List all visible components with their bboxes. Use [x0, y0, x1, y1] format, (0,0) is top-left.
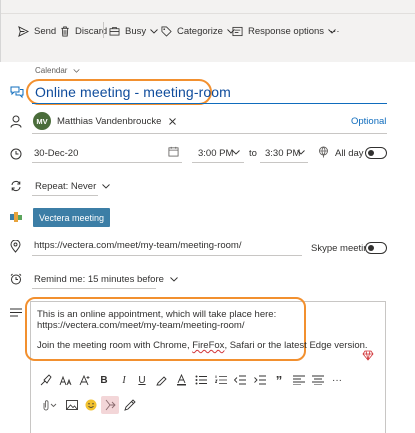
quote-button[interactable]: ”	[272, 373, 286, 388]
reminder-dropdown[interactable]: Remind me: 15 minutes before	[34, 274, 178, 285]
clock-icon	[10, 148, 22, 160]
alarm-clock-icon	[10, 273, 22, 285]
insert-toolbar	[31, 392, 385, 418]
calendar-selector-label: Calendar	[35, 66, 68, 75]
end-time-input[interactable]: 3:30 PM	[265, 148, 300, 159]
numbering-icon[interactable]	[214, 373, 228, 387]
vectera-logo-icon	[10, 212, 22, 222]
repeat-underline	[32, 195, 98, 196]
chevron-down-icon	[150, 28, 158, 34]
all-day-label: All day	[335, 148, 364, 159]
skype-meeting-toggle[interactable]	[365, 242, 387, 254]
misspelled-word: FireFox	[192, 340, 225, 351]
font-size-icon[interactable]	[58, 373, 72, 387]
font-color-icon[interactable]	[174, 373, 188, 387]
end-time-underline	[260, 162, 308, 163]
categorize-dropdown[interactable]: Categorize	[161, 22, 235, 40]
time-zone-globe-icon[interactable]	[318, 146, 329, 158]
underline-button[interactable]: U	[135, 373, 149, 387]
categorize-label: Categorize	[177, 25, 223, 37]
to-label: to	[249, 148, 257, 159]
start-date-underline	[32, 162, 182, 163]
toolbar-divider	[103, 22, 104, 38]
font-icon[interactable]	[77, 373, 91, 387]
reminder-underline	[32, 288, 156, 289]
vectera-meeting-button[interactable]: Vectera meeting	[33, 208, 110, 227]
attach-icon[interactable]	[39, 398, 59, 412]
busy-dropdown[interactable]: Busy	[109, 22, 158, 40]
chevron-down-icon[interactable]	[232, 150, 240, 155]
body-line-2: https://vectera.com/meet/my-team/meeting…	[37, 320, 245, 331]
bold-button[interactable]: B	[97, 373, 111, 387]
chat-icon	[10, 86, 24, 99]
insert-picture-icon[interactable]	[65, 398, 79, 412]
body-line-1: This is an online appointment, which wil…	[37, 309, 277, 320]
highlight-icon[interactable]	[155, 373, 169, 387]
title-underline	[32, 103, 387, 104]
start-time-underline	[192, 162, 244, 163]
optional-attendees-link[interactable]: Optional	[351, 116, 386, 127]
more-label: ···	[330, 25, 340, 37]
location-pin-icon	[10, 240, 21, 253]
increase-indent-icon[interactable]	[253, 373, 267, 387]
more-formatting-button[interactable]: ···	[330, 373, 344, 387]
toggle-knob	[368, 244, 374, 251]
person-icon	[10, 115, 22, 128]
attendee-chip[interactable]: MV Matthias Vandenbroucke	[33, 111, 177, 131]
remove-attendee-close-icon[interactable]	[169, 117, 177, 125]
reminder-label: Remind me: 15 minutes before	[34, 274, 164, 285]
send-button[interactable]: Send	[18, 22, 56, 40]
vectera-add-in-icon[interactable]	[101, 396, 119, 414]
discard-button[interactable]: Discard	[60, 22, 107, 40]
attendees-underline	[32, 133, 387, 134]
formatting-toolbar: B I U ” ···	[31, 369, 385, 391]
chevron-down-icon	[73, 68, 81, 73]
toolbar-top-strip	[1, 0, 415, 14]
decrease-indent-icon[interactable]	[233, 373, 247, 387]
body-line-3: Join the meeting room with Chrome, FireF…	[37, 340, 368, 351]
align-center-icon[interactable]	[311, 373, 325, 387]
diamond-add-in-icon[interactable]	[362, 350, 374, 361]
briefcase-icon	[109, 26, 120, 36]
chevron-down-icon	[102, 184, 111, 189]
event-title-input[interactable]: Online meeting - meeting-room	[35, 84, 231, 100]
avatar: MV	[33, 112, 51, 130]
calendar-icon[interactable]	[168, 146, 179, 157]
toggle-knob	[368, 149, 374, 156]
send-label: Send	[34, 25, 57, 37]
body-line-3-end: , Safari or the latest Edge version.	[224, 340, 368, 351]
trash-icon	[60, 26, 70, 37]
emoji-icon[interactable]	[84, 398, 98, 412]
italic-button[interactable]: I	[117, 373, 131, 387]
chevron-down-icon[interactable]	[297, 150, 305, 155]
response-options-dropdown[interactable]: Response options	[232, 22, 336, 40]
start-time-input[interactable]: 3:00 PM	[198, 148, 233, 159]
body-line-3-start: Join the meeting room with Chrome,	[37, 340, 193, 351]
send-icon	[18, 25, 29, 37]
start-date-input[interactable]: 30-Dec-20	[34, 148, 78, 159]
align-left-icon[interactable]	[292, 373, 306, 387]
tag-icon	[161, 26, 172, 37]
location-underline	[32, 255, 302, 256]
repeat-dropdown[interactable]: Repeat: Never	[35, 181, 111, 192]
chevron-down-icon	[170, 277, 178, 282]
more-actions-button[interactable]: ···	[330, 22, 340, 40]
pen-icon[interactable]	[123, 398, 137, 412]
attendee-name: Matthias Vandenbroucke	[57, 115, 162, 127]
repeat-icon	[10, 180, 22, 192]
location-input[interactable]: https://vectera.com/meet/my-team/meeting…	[34, 240, 241, 251]
notes-lines-icon	[10, 308, 22, 317]
busy-label: Busy	[125, 25, 147, 37]
response-options-label: Response options	[248, 25, 325, 37]
all-day-toggle[interactable]	[365, 147, 387, 159]
response-icon	[232, 26, 243, 37]
format-painter-icon[interactable]	[39, 373, 53, 387]
repeat-label: Repeat: Never	[35, 181, 97, 192]
bullets-icon[interactable]	[194, 373, 208, 387]
calendar-selector[interactable]: Calendar	[35, 66, 81, 75]
